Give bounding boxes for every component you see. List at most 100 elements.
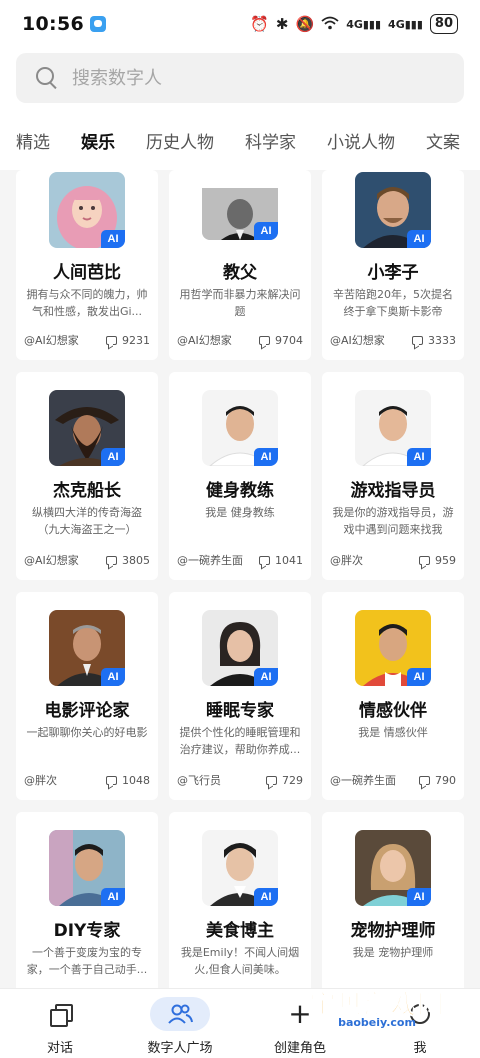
card-description: 一起聊聊你关心的好电影	[26, 726, 148, 739]
card-footer: @AI幻想家 3333	[330, 332, 456, 348]
card-description: 一个善于变废为宝的专家，一个善于自己动手...	[26, 946, 148, 976]
ai-badge: AI	[101, 668, 125, 686]
card-character[interactable]: AI 睡眠专家 提供个性化的睡眠管理和治疗建议，帮助你养成... @飞行员 72…	[169, 592, 311, 800]
card-footer: @胖次 959	[330, 552, 456, 568]
tab-novel-characters[interactable]: 小说人物	[327, 128, 395, 153]
nav-label: 对话	[46, 1041, 73, 1056]
card-description: 我是Emily！不闻人间烟火,但食人间美味。	[180, 946, 300, 976]
status-bar: 10:56 ⏰ ✱ 🔕 4G▮▮▮ 4G▮▮▮ 80	[0, 0, 480, 48]
chat-count: 3805	[122, 553, 150, 567]
chat-count: 9704	[275, 333, 303, 347]
avatar: AI	[49, 610, 125, 686]
tab-scientists[interactable]: 科学家	[245, 128, 296, 153]
avatar: AI	[49, 172, 125, 248]
search-bar[interactable]	[16, 53, 464, 103]
card-description: 提供个性化的睡眠管理和治疗建议，帮助你养成...	[179, 726, 301, 756]
ai-badge: AI	[407, 668, 431, 686]
card-footer: @飞行员 729	[177, 772, 303, 788]
nav-label: 我	[413, 1041, 427, 1056]
chat-count: 1041	[275, 553, 303, 567]
card-description: 我是 情感伙伴	[358, 726, 428, 739]
card-footer: @一碗养生面 1041	[177, 552, 303, 568]
avatar: AI	[202, 830, 278, 906]
nav-digital-human-plaza[interactable]: 数字人广场	[125, 989, 235, 1058]
avatar: AI	[355, 390, 431, 466]
avatar: AI	[355, 830, 431, 906]
status-time: 10:56	[22, 13, 84, 35]
card-character[interactable]: AI 宠物护理师 我是 宠物护理师	[322, 812, 464, 988]
search-icon	[36, 67, 58, 89]
card-title: 人间芭比	[53, 263, 121, 283]
chat-count: 3333	[428, 333, 456, 347]
nav-label: 数字人广场	[147, 1041, 213, 1056]
card-character[interactable]: AI 美食博主 我是Emily！不闻人间烟火,但食人间美味。	[169, 812, 311, 988]
card-character[interactable]: AI 电影评论家 一起聊聊你关心的好电影 @胖次 1048	[16, 592, 158, 800]
card-author: @AI幻想家	[177, 334, 232, 347]
chat-count-icon	[106, 555, 117, 565]
signal-icon-1: 4G▮▮▮	[346, 17, 382, 31]
card-character[interactable]: AI 健身教练 我是 健身教练 @一碗养生面 1041	[169, 372, 311, 580]
card-title: 睡眠专家	[206, 701, 274, 721]
nav-chat[interactable]: 对话	[5, 989, 115, 1058]
card-title: 电影评论家	[44, 701, 130, 721]
tab-entertainment[interactable]: 娱乐	[81, 128, 115, 153]
watermark-url: baobeiy.com	[338, 1016, 416, 1029]
card-description: 辛苦陪跑20年，5次提名终于拿下奥斯卡影帝	[333, 288, 453, 318]
card-title: 健身教练	[206, 481, 274, 501]
card-title: 教父	[223, 263, 257, 283]
card-title: 宠物护理师	[350, 921, 436, 941]
card-character[interactable]: AI 杰克船长 纵横四大洋的传奇海盗（九大海盗王之一） @AI幻想家 3805	[16, 372, 158, 580]
card-description: 拥有与众不同的魄力，帅气和性感，散发出Gi...	[26, 288, 148, 318]
alarm-icon: ⏰	[250, 14, 269, 33]
chat-count-icon	[412, 335, 423, 345]
card-description: 我是你的游戏指导员，游戏中遇到问题来找我	[332, 506, 454, 536]
ai-badge: AI	[407, 888, 431, 906]
chat-count: 9231	[122, 333, 150, 347]
card-author: @AI幻想家	[24, 334, 79, 347]
header: 精选 娱乐 历史人物 科学家 小说人物 文案	[0, 48, 480, 170]
card-character[interactable]: AI 小李子 辛苦陪跑20年，5次提名终于拿下奥斯卡影帝 @AI幻想家 3333	[322, 170, 464, 360]
ai-badge: AI	[101, 230, 125, 248]
card-footer: @一碗养生面 790	[330, 772, 456, 788]
card-character[interactable]: AI 人间芭比 拥有与众不同的魄力，帅气和性感，散发出Gi... @AI幻想家 …	[16, 170, 158, 360]
card-character[interactable]: AI 游戏指导员 我是你的游戏指导员，游戏中遇到问题来找我 @胖次 959	[322, 372, 464, 580]
avatar: AI	[355, 610, 431, 686]
card-footer: @AI幻想家 9231	[24, 332, 150, 348]
card-description: 纵横四大洋的传奇海盗（九大海盗王之一）	[32, 506, 142, 536]
character-grid: AI 人间芭比 拥有与众不同的魄力，帅气和性感，散发出Gi... @AI幻想家 …	[0, 170, 480, 988]
card-footer: @AI幻想家 9704	[177, 332, 303, 348]
ai-badge: AI	[254, 448, 278, 466]
card-title: 游戏指导员	[350, 481, 436, 501]
tab-copywriting[interactable]: 文案	[426, 128, 460, 153]
card-author: @飞行员	[177, 774, 221, 787]
avatar: AI	[202, 610, 278, 686]
card-character[interactable]: AI 情感伙伴 我是 情感伙伴 @一碗养生面 790	[322, 592, 464, 800]
chat-count-icon	[106, 335, 117, 345]
card-description: 我是 健身教练	[205, 506, 275, 519]
ai-badge: AI	[254, 222, 278, 240]
card-title: 美食博主	[206, 921, 274, 941]
card-author: @AI幻想家	[330, 334, 385, 347]
chat-count: 1048	[122, 773, 150, 787]
card-character[interactable]: AI 教父 用哲学而非暴力来解决问题 @AI幻想家 9704	[169, 170, 311, 360]
watermark-logo: 宝贝游戏网 baobeiy.com	[302, 972, 452, 1032]
avatar: AI	[49, 830, 125, 906]
avatar: AI	[202, 180, 278, 240]
chat-count: 959	[435, 553, 456, 567]
card-title: 杰克船长	[53, 481, 121, 501]
people-icon	[168, 1004, 193, 1024]
chat-count-icon	[419, 775, 430, 785]
tab-historical[interactable]: 历史人物	[146, 128, 214, 153]
chat-squares-icon	[50, 1004, 73, 1027]
ai-badge: AI	[407, 230, 431, 248]
card-character[interactable]: AI DIY专家 一个善于变废为宝的专家，一个善于自己动手...	[16, 812, 158, 988]
search-input[interactable]	[72, 67, 432, 89]
mute-icon: 🔕	[295, 14, 315, 33]
bluetooth-icon: ✱	[275, 14, 289, 33]
card-title: DIY专家	[53, 921, 121, 941]
chat-count-icon	[419, 555, 430, 565]
avatar: AI	[202, 390, 278, 466]
card-title: 小李子	[367, 263, 419, 283]
tab-featured[interactable]: 精选	[16, 128, 50, 153]
chat-count-icon	[106, 775, 117, 785]
